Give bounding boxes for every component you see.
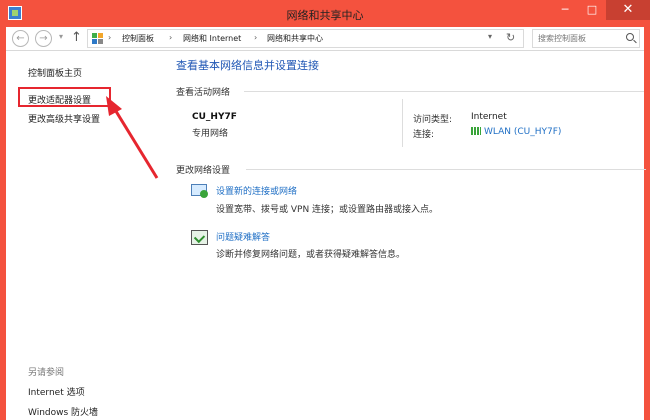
control-panel-icon — [92, 33, 104, 45]
search-input[interactable]: 搜索控制面板 — [532, 29, 640, 48]
up-button[interactable]: ↑ — [71, 30, 82, 46]
change-network-settings-divider — [246, 169, 646, 170]
back-button[interactable]: ← — [12, 30, 29, 47]
change-adapter-settings-link[interactable]: 更改适配器设置 — [28, 93, 91, 106]
address-dropdown-icon[interactable]: ▾ — [488, 32, 492, 41]
see-also-label: 另请参阅 — [28, 368, 65, 378]
breadcrumb-separator-icon: › — [169, 33, 173, 42]
network-info-content: 查看基本网络信息并设置连接 查看活动网络 CU_HY7F 专用网络 访问类型: … — [174, 51, 646, 420]
setup-new-connection-description: 设置宽带、拨号或 VPN 连接；或设置路由器或接入点。 — [216, 205, 439, 215]
close-button[interactable]: ✕ — [606, 0, 650, 20]
active-networks-label: 查看活动网络 — [176, 85, 235, 98]
network-name: CU_HY7F — [192, 112, 237, 122]
access-type-label: 访问类型: — [413, 115, 453, 125]
windows-firewall-link[interactable]: Windows 防火墙 — [28, 405, 98, 418]
change-advanced-sharing-settings-link[interactable]: 更改高级共享设置 — [28, 112, 100, 125]
wlan-connection-link[interactable]: WLAN (CU_HY7F) — [471, 127, 561, 137]
title-bar: 网络和共享中心 ─ □ ✕ — [0, 0, 650, 27]
forward-button[interactable]: → — [35, 30, 52, 47]
change-network-settings-label: 更改网络设置 — [176, 163, 235, 176]
connections-label: 连接: — [413, 130, 435, 140]
wifi-signal-icon — [471, 127, 481, 135]
network-type[interactable]: 专用网络 — [192, 126, 228, 139]
network-details-divider — [402, 99, 403, 147]
search-placeholder: 搜索控制面板 — [538, 34, 586, 43]
active-networks-divider — [244, 91, 644, 92]
recent-locations-dropdown-icon[interactable]: ▾ — [59, 32, 63, 41]
maximize-button[interactable]: □ — [579, 0, 605, 20]
breadcrumb-separator-icon: › — [254, 33, 258, 42]
breadcrumb-network-sharing-center[interactable]: 网络和共享中心 — [267, 33, 323, 44]
troubleshoot-problems-description: 诊断并修复网络问题，或者获得疑难解答信息。 — [216, 250, 406, 260]
navigation-bar: ← → ▾ ↑ › 控制面板 › 网络和 Internet › 网络和共享中心 … — [6, 27, 644, 51]
troubleshoot-problems-link[interactable]: 问题疑难解答 — [216, 230, 270, 243]
network-setup-icon — [190, 182, 209, 198]
search-icon[interactable] — [626, 33, 634, 41]
access-type-value: Internet — [471, 112, 507, 122]
breadcrumb-network-internet[interactable]: 网络和 Internet — [183, 33, 241, 44]
minimize-button[interactable]: ─ — [552, 0, 578, 20]
wlan-connection-text: WLAN (CU_HY7F) — [484, 127, 562, 137]
troubleshoot-icon — [190, 229, 209, 245]
breadcrumb-separator-icon: › — [108, 33, 112, 42]
refresh-icon[interactable]: ↻ — [506, 31, 515, 44]
main-window-content: 控制面板主页 更改适配器设置 更改高级共享设置 另请参阅 Internet 选项… — [6, 51, 646, 420]
setup-new-connection-link[interactable]: 设置新的连接或网络 — [216, 184, 297, 197]
page-title: 查看基本网络信息并设置连接 — [176, 59, 319, 72]
breadcrumb-control-panel[interactable]: 控制面板 — [122, 33, 154, 44]
left-navigation-pane: 控制面板主页 更改适配器设置 更改高级共享设置 另请参阅 Internet 选项… — [6, 51, 164, 420]
internet-options-link[interactable]: Internet 选项 — [28, 385, 85, 398]
address-bar[interactable]: › 控制面板 › 网络和 Internet › 网络和共享中心 ▾ ↻ — [87, 29, 524, 48]
control-panel-home-link[interactable]: 控制面板主页 — [28, 66, 82, 79]
